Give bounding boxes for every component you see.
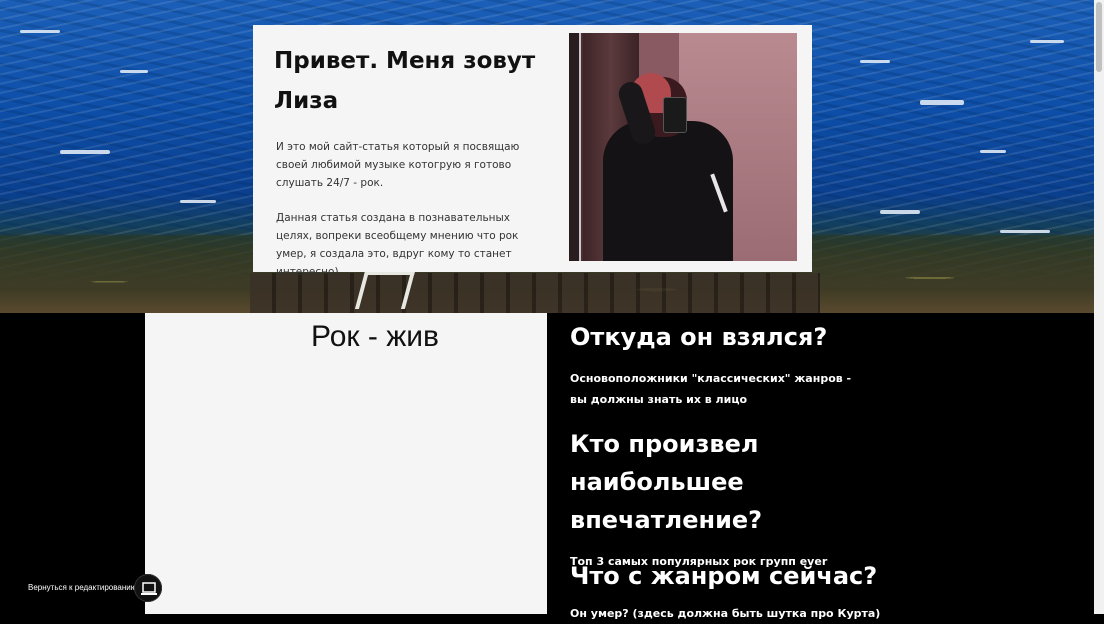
section-impression: Кто произвел наибольшее впечатление? Топ…: [570, 425, 910, 572]
selfie-photo: [569, 33, 797, 261]
section-subtitle: Основоположники "классических" жанров - …: [570, 372, 852, 406]
intro-paragraph: И это мой сайт-статья который я посвящаю…: [276, 141, 520, 189]
intro-title: Привет. Меня зовут Лиза: [274, 48, 536, 114]
return-to-edit-button[interactable]: Вернуться к редактированию: [14, 574, 162, 602]
intro-card: Привет. Меня зовут Лиза И это мой сайт-с…: [253, 25, 812, 278]
scrollbar-thumb[interactable]: [1096, 2, 1102, 72]
left-white-panel: Рок - жив: [145, 313, 547, 614]
intro-paragraph: Данная статья создана в познавательных ц…: [276, 212, 519, 278]
section-heading[interactable]: Кто произвел наибольшее впечатление?: [570, 425, 910, 539]
section-heading[interactable]: Что с жанром сейчас?: [570, 557, 930, 595]
section-origin: Откуда он взялся? Основоположники "класс…: [570, 318, 930, 410]
page-scrollbar[interactable]: [1094, 0, 1104, 614]
laptop-icon-button[interactable]: [134, 574, 162, 602]
return-to-edit-label: Вернуться к редактированию: [28, 583, 137, 592]
rock-alive-heading: Рок - жив: [311, 320, 439, 353]
laptop-icon: [141, 582, 157, 595]
section-heading[interactable]: Откуда он взялся?: [570, 318, 930, 356]
intro-text: И это мой сайт-статья который я посвящаю…: [276, 138, 546, 298]
right-dark-panel: Откуда он взялся? Основоположники "класс…: [547, 313, 1094, 620]
